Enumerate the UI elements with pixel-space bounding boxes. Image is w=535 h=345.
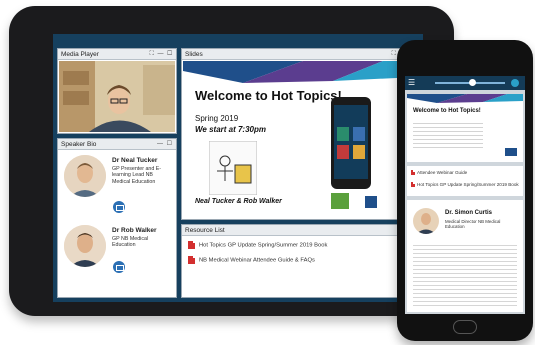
resource-list-header: Resource List — ☐: [182, 225, 418, 236]
phone-device: ☰ Welcome to Hot Topics! Attendee Webina…: [397, 40, 533, 341]
pdf-icon: [188, 256, 195, 264]
speaker-name: Dr Rob Walker: [112, 227, 157, 234]
slider-thumb[interactable]: [469, 79, 476, 86]
speaker-role: GP Presenter and E-learning Lead NB Medi…: [112, 166, 162, 185]
pdf-icon: [411, 182, 415, 188]
presenter-video-image: [59, 61, 175, 132]
phone-app-illustration: [331, 97, 371, 189]
video-feed[interactable]: [59, 61, 175, 132]
slide-text-lines: [413, 120, 483, 148]
resource-label: Attendee Webinar Guide: [417, 170, 468, 175]
media-player-header: Media Player ⛶ — ☐: [58, 49, 176, 60]
nb-logo: [505, 148, 517, 156]
window-controls[interactable]: ⛶ — ☐: [150, 49, 173, 60]
status-icon: [511, 79, 519, 87]
speaker-name: Dr Neal Tucker: [112, 157, 158, 164]
speaker-bio-header: Speaker Bio — ☐: [58, 139, 176, 150]
speaker-bio-panel: Speaker Bio — ☐ Dr Neal Tucker GP Presen…: [57, 138, 177, 298]
avatar: [64, 225, 106, 267]
phone-screen: ☰ Welcome to Hot Topics! Attendee Webina…: [405, 76, 525, 314]
device-mockup-scene: Media Player ⛶ — ☐ Speaker Bio — ☐ Dr Ne…: [0, 0, 535, 345]
tablet-screen: Media Player ⛶ — ☐ Speaker Bio — ☐ Dr Ne…: [53, 34, 423, 302]
resource-item[interactable]: Hot Topics GP Update Spring/Summer 2019 …: [188, 241, 327, 249]
speaker-bio-text: [413, 242, 517, 306]
slide-authors: Neal Tucker & Rob Walker: [195, 198, 282, 205]
slide-headline: Welcome to Hot Topics!: [195, 88, 342, 103]
resource-item[interactable]: NB Medical Webinar Attendee Guide & FAQs: [188, 256, 315, 264]
speaker-role: Medical Director NB Medical Education: [445, 219, 501, 230]
speaker-bio-title: Speaker Bio: [61, 141, 97, 148]
mail-icon[interactable]: [113, 201, 125, 213]
avatar: [413, 208, 439, 234]
slide-banner-graphic: [183, 61, 417, 83]
resource-label: NB Medical Webinar Attendee Guide & FAQs: [199, 257, 315, 264]
phone-resource-card: Attendee Webinar Guide Hot Topics GP Upd…: [407, 166, 523, 196]
menu-icon[interactable]: ☰: [408, 78, 415, 87]
pdf-icon: [411, 170, 415, 176]
phone-slide-card: Welcome to Hot Topics!: [407, 94, 523, 162]
cartoon-illustration: [209, 141, 257, 195]
nb-logo: [365, 196, 377, 208]
slides-header: Slides ⛶ — ☐: [182, 49, 418, 60]
phone-slide-headline: Welcome to Hot Topics!: [413, 108, 481, 114]
home-button[interactable]: [453, 320, 477, 334]
slide-banner-graphic: [407, 94, 523, 103]
avatar: [64, 155, 106, 197]
window-controls[interactable]: — ☐: [157, 139, 173, 150]
slide-season: Spring 2019: [195, 114, 239, 123]
slide-content: Welcome to Hot Topics! Spring 2019 We st…: [183, 61, 417, 219]
speaker-name: Dr. Simon Curtis: [445, 210, 493, 216]
speaker-card: Dr Neal Tucker GP Presenter and E-learni…: [64, 155, 174, 215]
phone-speaker-card: Dr. Simon Curtis Medical Director NB Med…: [407, 200, 523, 312]
resource-label: Hot Topics GP Update Spring/Summer 2019 …: [199, 242, 328, 249]
resource-list-title: Resource List: [185, 227, 225, 234]
media-player-panel: Media Player ⛶ — ☐: [57, 48, 177, 134]
media-player-title: Media Player: [61, 51, 99, 58]
slide-start-time: We start at 7:30pm: [195, 125, 266, 134]
pdf-icon: [188, 241, 195, 249]
resource-label: Hot Topics GP Update Spring/Summer 2019 …: [417, 182, 519, 187]
mail-icon[interactable]: [113, 261, 125, 273]
resource-list-panel: Resource List — ☐ Hot Topics GP Update S…: [181, 224, 419, 298]
slides-title: Slides: [185, 51, 203, 58]
phone-toolbar: ☰: [405, 76, 525, 90]
resource-item[interactable]: Hot Topics GP Update Spring/Summer 2019 …: [411, 182, 519, 188]
speaker-card: Dr Rob Walker GP NB Medical Education: [64, 225, 174, 285]
resource-item[interactable]: Attendee Webinar Guide: [411, 170, 468, 176]
speaker-role: GP NB Medical Education: [112, 236, 149, 249]
tablet-device: Media Player ⛶ — ☐ Speaker Bio — ☐ Dr Ne…: [9, 6, 454, 316]
slides-panel: Slides ⛶ — ☐ Welcome to Hot Topics! Spri…: [181, 48, 419, 220]
sponsor-logo: [331, 193, 349, 209]
